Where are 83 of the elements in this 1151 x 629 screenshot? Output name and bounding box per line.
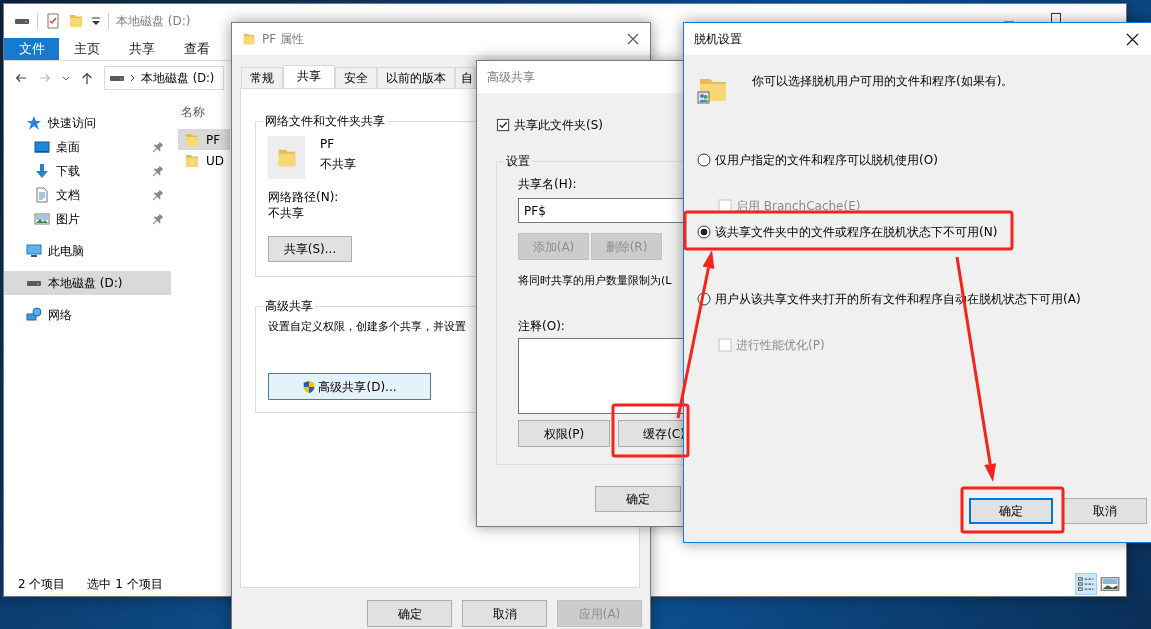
address-text: 本地磁盘 (D:) — [141, 70, 215, 86]
file-item[interactable]: PF — [178, 129, 230, 150]
file-menu-tab[interactable]: 文件 — [4, 38, 59, 60]
group-title: 设置 — [504, 153, 532, 169]
window-title: 脱机设置 — [694, 31, 742, 47]
picture-icon — [34, 211, 50, 227]
network-path: 不共享 — [268, 205, 304, 221]
field-label: 将同时共享的用户数量限制为(L — [518, 273, 672, 289]
window-title: 高级共享 — [487, 69, 535, 85]
status-text: 选中 1 个项目 — [87, 576, 163, 592]
shield-icon — [302, 379, 317, 394]
folder-icon — [184, 152, 200, 169]
radio-button[interactable] — [697, 153, 711, 167]
folder-icon — [242, 32, 256, 46]
ribbon-tab[interactable]: 共享 — [114, 38, 169, 60]
address-bar[interactable]: 本地磁盘 (D:) — [104, 66, 224, 90]
nav-item[interactable]: 快速访问 — [4, 111, 171, 135]
nav-item[interactable]: 本地磁盘 (D:) — [4, 271, 171, 295]
nav-item[interactable]: 文档 — [4, 183, 171, 207]
nav-item[interactable]: 下载 — [4, 159, 171, 183]
ok-button[interactable]: 确定 — [595, 486, 681, 512]
chevron-right-icon — [130, 74, 136, 82]
computer-icon — [26, 243, 42, 259]
field-label: 注释(O): — [518, 318, 565, 334]
network-path-label: 网络路径(N): — [268, 189, 339, 205]
folder-name: PF — [320, 136, 336, 152]
pin-icon[interactable] — [151, 164, 165, 178]
status-text: 2 个项目 — [18, 576, 66, 592]
large-icons-view-icon[interactable] — [1100, 574, 1120, 594]
radio-button[interactable] — [697, 225, 711, 239]
checkbox-label: 共享此文件夹(S) — [514, 117, 603, 133]
pin-icon[interactable] — [151, 188, 165, 202]
tab[interactable]: 共享 — [283, 65, 335, 88]
chevron-down-icon[interactable] — [62, 74, 70, 82]
option-label: 该共享文件夹中的文件或程序在脱机状态下不可用(N) — [715, 224, 998, 240]
radio-button[interactable] — [697, 292, 711, 306]
share-status: 不共享 — [320, 156, 356, 172]
group-title: 高级共享 — [263, 298, 315, 314]
ribbon-tab[interactable]: 主页 — [59, 38, 114, 60]
tab[interactable]: 自 — [455, 67, 475, 88]
option-label: 进行性能优化(P) — [736, 337, 825, 353]
dialog-button[interactable]: 取消 — [1063, 498, 1147, 524]
properties-icon[interactable] — [45, 13, 61, 29]
tab[interactable]: 以前的版本 — [377, 67, 455, 88]
ribbon-tab[interactable]: 查看 — [169, 38, 224, 60]
desktop-icon — [34, 139, 50, 155]
pin-icon[interactable] — [151, 140, 165, 154]
pin-icon[interactable] — [151, 212, 165, 226]
comment-field[interactable] — [518, 338, 684, 414]
option-label: 启用 BranchCache(E) — [736, 198, 861, 214]
details-view-icon[interactable] — [1076, 574, 1096, 594]
star-icon — [26, 115, 42, 131]
tab[interactable]: 安全 — [335, 67, 377, 88]
option-label: 仅用户指定的文件和程序可以脱机使用(O) — [715, 152, 938, 168]
checkbox[interactable] — [496, 117, 511, 133]
nav-item[interactable]: 网络 — [4, 303, 171, 327]
share-name-field[interactable]: PF$ — [518, 198, 684, 223]
advanced-sharing-button[interactable]: 高级共享(D)... — [268, 373, 431, 400]
back-icon[interactable] — [14, 71, 28, 85]
group-title: 网络文件和文件夹共享 — [263, 113, 387, 129]
network-icon — [26, 307, 42, 323]
document-icon — [34, 187, 50, 203]
close-icon[interactable] — [1126, 32, 1139, 46]
column-header[interactable]: 名称 — [178, 101, 205, 123]
window-title: PF 属性 — [262, 31, 304, 47]
nav-item[interactable]: 此电脑 — [4, 239, 171, 263]
file-item[interactable]: UD — [178, 150, 230, 171]
window-title: 本地磁盘 (D:) — [116, 13, 191, 29]
field-label: 共享名(H): — [518, 176, 577, 192]
description: 设置自定义权限，创建多个共享，并设置 — [268, 319, 466, 335]
description: 你可以选择脱机用户可用的文件和程序(如果有)。 — [752, 73, 1014, 89]
dialog-button[interactable]: 权限(P) — [518, 420, 610, 447]
share-button[interactable]: 共享(S)... — [268, 236, 352, 262]
tab[interactable]: 常规 — [241, 67, 283, 88]
close-icon[interactable] — [627, 33, 639, 45]
dialog-button[interactable]: 取消 — [462, 600, 547, 627]
nav-item[interactable]: 图片 — [4, 207, 171, 231]
folder-icon — [184, 131, 200, 148]
download-icon — [34, 163, 50, 179]
nav-item[interactable]: 桌面 — [4, 135, 171, 159]
up-icon[interactable] — [80, 71, 94, 85]
dialog-button[interactable]: 确定 — [969, 498, 1053, 524]
dialog-button[interactable]: 确定 — [367, 600, 452, 627]
